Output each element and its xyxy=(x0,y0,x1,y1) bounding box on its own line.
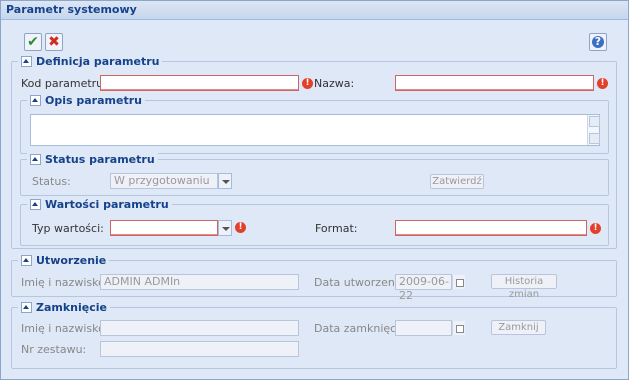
legend-status-label: Status parametru xyxy=(45,153,155,166)
zatwierdz-button[interactable]: Zatwierdź xyxy=(430,174,484,189)
legend-utworzenie[interactable]: Utworzenie xyxy=(18,254,110,267)
collapse-icon[interactable] xyxy=(21,56,32,67)
cancel-button[interactable]: ✖ xyxy=(45,33,63,51)
legend-wartosci[interactable]: Wartości parametru xyxy=(27,198,172,211)
status-dropdown-trigger[interactable] xyxy=(218,173,232,189)
zamkniecie-imie-input[interactable] xyxy=(100,320,299,336)
data-utworzenia-input[interactable]: 2009-06-22 xyxy=(395,274,452,302)
error-icon: ! xyxy=(597,78,608,89)
nr-zestawu-label: Nr zestawu: xyxy=(21,343,87,356)
chevron-down-icon xyxy=(222,227,230,231)
question-icon: ? xyxy=(592,36,604,48)
kod-input[interactable] xyxy=(100,75,299,91)
calendar-icon[interactable] xyxy=(452,275,465,289)
typ-dropdown-trigger[interactable] xyxy=(218,220,232,236)
collapse-icon[interactable] xyxy=(30,154,41,165)
format-input[interactable] xyxy=(395,220,587,236)
scroll-down-icon[interactable] xyxy=(589,133,600,144)
dialog-window: Parametr systemowy ✔ ✖ ? Definicja param… xyxy=(0,0,629,380)
fieldset-utworzenie: Utworzenie Imię i nazwisko: ADMIN ADMIn … xyxy=(11,254,617,302)
error-icon: ! xyxy=(590,223,601,234)
status-select[interactable]: W przygotowaniu xyxy=(110,173,218,189)
data-zamkniecia-input[interactable] xyxy=(395,320,452,336)
nazwa-label: Nazwa: xyxy=(314,77,355,90)
format-label: Format: xyxy=(315,222,358,235)
x-icon: ✖ xyxy=(48,34,60,50)
legend-zamkniecie-label: Zamknięcie xyxy=(36,301,107,314)
legend-opis[interactable]: Opis parametru xyxy=(27,94,145,107)
check-icon: ✔ xyxy=(27,34,39,50)
typ-label: Typ wartości: xyxy=(32,222,104,235)
nazwa-input[interactable] xyxy=(395,75,594,91)
collapse-icon[interactable] xyxy=(21,255,32,266)
fieldset-wartosci: Wartości parametru Typ wartości: ! Forma… xyxy=(20,198,609,246)
fieldset-opis: Opis parametru xyxy=(20,94,609,154)
legend-utworzenie-label: Utworzenie xyxy=(36,254,107,267)
scroll-up-icon[interactable] xyxy=(589,116,600,127)
zamkniecie-imie-label: Imię i nazwisko: xyxy=(21,322,109,335)
zamknij-button[interactable]: Zamknij xyxy=(491,320,546,335)
fieldset-definicja: Definicja parametru Kod parametru: ! Naz… xyxy=(11,55,617,249)
typ-select[interactable] xyxy=(110,220,218,236)
legend-definicja[interactable]: Definicja parametru xyxy=(18,55,163,68)
error-icon: ! xyxy=(235,222,246,233)
utworzenie-imie-label: Imię i nazwisko: xyxy=(21,276,109,289)
fieldset-status: Status parametru Status: W przygotowaniu… xyxy=(20,153,609,196)
utworzenie-imie-input[interactable]: ADMIN ADMIn xyxy=(100,274,299,290)
fieldset-zamkniecie: Zamknięcie Imię i nazwisko: Data zamknię… xyxy=(11,301,617,369)
collapse-icon[interactable] xyxy=(21,302,32,313)
help-button[interactable]: ? xyxy=(589,33,607,51)
legend-wartosci-label: Wartości parametru xyxy=(45,198,169,211)
historia-zmian-button[interactable]: Historia zmian xyxy=(491,274,557,300)
scrollbar[interactable] xyxy=(587,115,600,145)
save-button[interactable]: ✔ xyxy=(24,33,42,51)
collapse-icon[interactable] xyxy=(30,199,41,210)
window-title: Parametr systemowy xyxy=(6,3,137,16)
legend-definicja-label: Definicja parametru xyxy=(36,55,160,68)
chevron-down-icon xyxy=(222,180,230,184)
legend-status[interactable]: Status parametru xyxy=(27,153,158,166)
kod-label: Kod parametru: xyxy=(21,77,107,90)
status-label: Status: xyxy=(32,175,71,188)
opis-textarea[interactable] xyxy=(30,114,600,146)
calendar-icon[interactable] xyxy=(452,321,465,335)
nr-zestawu-input[interactable] xyxy=(100,341,299,357)
title-bar[interactable]: Parametr systemowy xyxy=(1,1,628,20)
legend-zamkniecie[interactable]: Zamknięcie xyxy=(18,301,110,314)
error-icon: ! xyxy=(302,78,313,89)
collapse-icon[interactable] xyxy=(30,95,41,106)
legend-opis-label: Opis parametru xyxy=(45,94,142,107)
